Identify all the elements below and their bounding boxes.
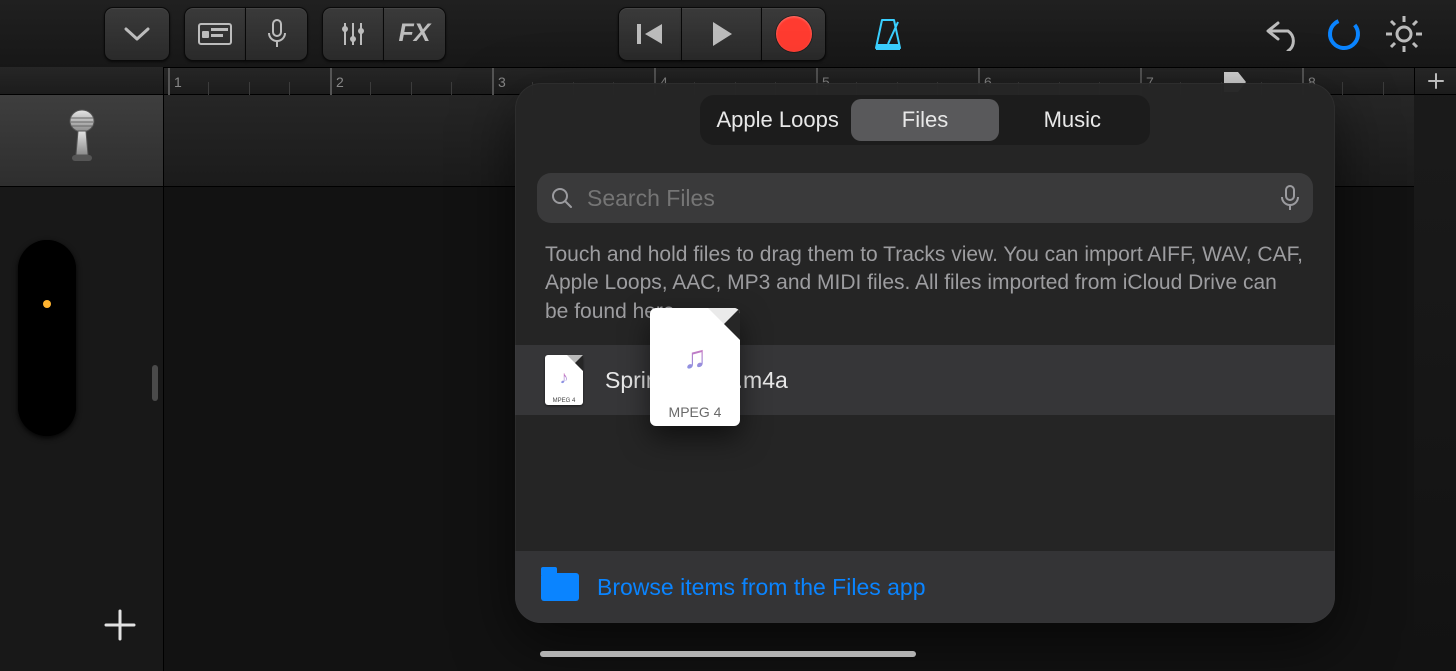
input-level-slider[interactable] xyxy=(18,240,76,436)
record-button[interactable] xyxy=(762,7,826,61)
browser-tab-segmented: Apple Loops Files Music xyxy=(700,95,1150,145)
go-to-beginning-button[interactable] xyxy=(618,7,682,61)
browse-files-link[interactable]: Browse items from the Files app xyxy=(597,574,926,601)
tab-files[interactable]: Files xyxy=(851,99,998,141)
loop-browser-popover: Apple Loops Files Music Touch and hold f… xyxy=(515,83,1335,623)
ruler-marker: 2 xyxy=(336,74,344,90)
home-indicator xyxy=(540,651,916,657)
settings-button[interactable] xyxy=(1374,7,1434,61)
dictation-mic-icon[interactable] xyxy=(1281,185,1299,211)
track-header-audio[interactable] xyxy=(0,95,164,187)
view-menu-button[interactable] xyxy=(104,7,170,61)
dragging-file-ghost: ♫ MPEG 4 xyxy=(650,308,740,426)
search-icon xyxy=(551,187,573,209)
scroll-handle[interactable] xyxy=(152,365,158,401)
metronome-icon xyxy=(868,14,908,54)
loop-browser-icon xyxy=(1324,14,1364,54)
microphone-track-icon xyxy=(58,109,106,173)
loop-browser-button[interactable] xyxy=(1314,7,1374,61)
mic-icon xyxy=(267,19,287,49)
top-toolbar: FX xyxy=(0,0,1456,67)
chevron-down-icon xyxy=(123,26,151,42)
add-section-button[interactable] xyxy=(1414,67,1456,95)
plus-icon xyxy=(100,605,140,645)
slider-thumb-indicator xyxy=(43,300,51,308)
gear-icon xyxy=(1384,14,1424,54)
file-list-row[interactable]: ♪ MPEG 4 Sprint record.m4a xyxy=(515,345,1335,415)
search-bar[interactable] xyxy=(537,173,1313,223)
plus-icon xyxy=(1427,72,1445,90)
tracks-view-icon xyxy=(198,23,232,45)
browse-files-app-row[interactable]: Browse items from the Files app xyxy=(515,551,1335,623)
tab-music[interactable]: Music xyxy=(999,99,1146,141)
tab-apple-loops[interactable]: Apple Loops xyxy=(704,99,851,141)
ruler-marker: 1 xyxy=(174,74,182,90)
fx-button[interactable]: FX xyxy=(384,7,446,61)
ruler-marker: 3 xyxy=(498,74,506,90)
vertical-scrollbar[interactable] xyxy=(150,187,164,671)
record-icon xyxy=(776,16,812,52)
undo-button[interactable] xyxy=(1254,7,1314,61)
rewind-icon xyxy=(635,21,665,47)
sliders-icon xyxy=(338,19,368,49)
app-root: FX xyxy=(0,0,1456,671)
play-button[interactable] xyxy=(682,7,762,61)
metronome-button[interactable] xyxy=(862,7,914,61)
add-track-button[interactable] xyxy=(92,597,148,653)
search-input[interactable] xyxy=(587,185,1267,212)
undo-icon xyxy=(1264,17,1304,51)
track-controls-button[interactable] xyxy=(322,7,384,61)
play-icon xyxy=(710,20,734,48)
folder-icon xyxy=(541,573,579,601)
drag-ghost-label: MPEG 4 xyxy=(650,404,740,420)
mic-input-button[interactable] xyxy=(246,7,308,61)
tracks-view-button[interactable] xyxy=(184,7,246,61)
file-thumbnail: ♪ MPEG 4 xyxy=(545,355,583,405)
